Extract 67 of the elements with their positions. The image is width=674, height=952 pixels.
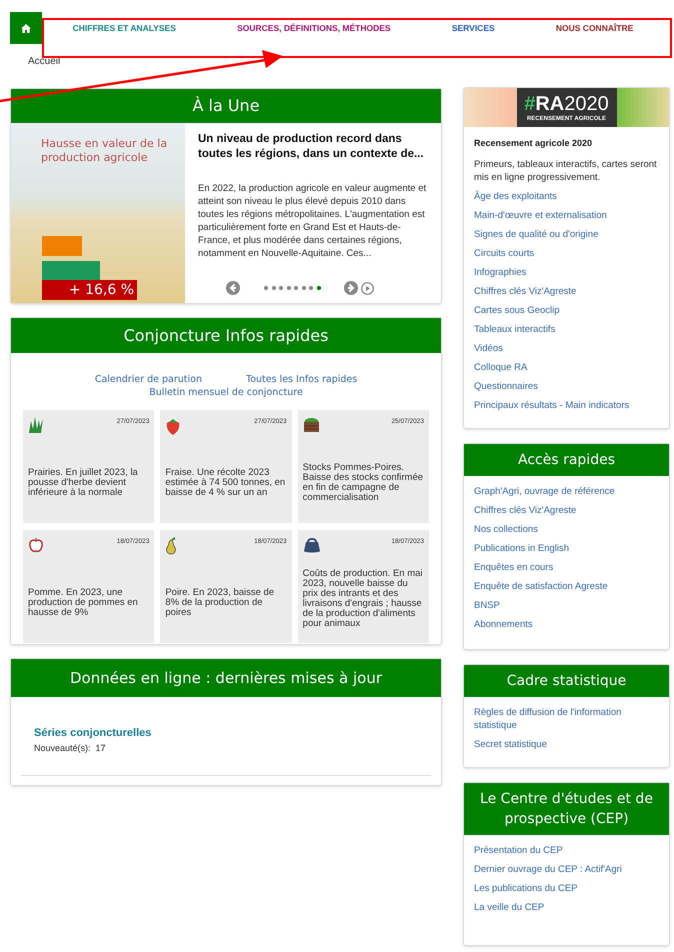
- summary-text: En 2022, la production agricole en valeur augmente et atteint son niveau le plus élevé depuis 2010 dans toutes les régions métropolitaines. L'augmentation est particulièrement forte en Grand Est et Hauts-de-France, et plus modérée dans certaines régions, notamment en Nouvelle-Aquitaine. Ces...: [198, 182, 428, 260]
- series-link[interactable]: Séries conjoncturelles: [34, 725, 418, 742]
- link[interactable]: Toutes les Infos rapides: [246, 373, 358, 386]
- banner-year: 2020: [564, 92, 609, 114]
- sidebar-link[interactable]: Chiffres clés Viz'Agreste: [474, 284, 659, 298]
- sidebar-link[interactable]: Questionnaires: [474, 380, 659, 392]
- nav-link[interactable]: CHIFFRES ET ANALYSES: [72, 22, 176, 34]
- sidebar-link[interactable]: Graph'Agri, ouvrage de référence: [474, 485, 659, 498]
- panel-title: À la Une: [192, 95, 260, 117]
- home-icon: [21, 24, 31, 32]
- sidebar-link[interactable]: Principaux résultats - Main indicators: [474, 398, 659, 412]
- sidebar-link[interactable]: BNSP: [474, 599, 659, 612]
- link[interactable]: Calendrier de parution: [94, 373, 202, 386]
- card-text: Coûts de production. En mai 2023, nouvelle baisse du prix des intrants et des livraisons d'engrais ; hausse de la production d'aliments pour animaux: [302, 569, 424, 631]
- sidebar-link[interactable]: Les publications du CEP: [474, 882, 659, 895]
- nav-link[interactable]: SERVICES: [452, 22, 495, 34]
- sidebar-link[interactable]: Tableaux interactifs: [474, 322, 659, 336]
- sidebar-link[interactable]: Colloque RA: [474, 360, 659, 374]
- pear-icon: [165, 537, 178, 555]
- sidebar-link[interactable]: Signes de qualité ou d'origine: [474, 228, 659, 240]
- sidebar-link[interactable]: Chiffres clés Viz'Agreste: [474, 504, 659, 517]
- infographic-drawing: Hausse en valeur de la production agricole + 16,6 %: [11, 123, 185, 303]
- banner-hash: #: [524, 92, 536, 114]
- sidebar-link[interactable]: Règles de diffusion de l'information statistique: [474, 706, 659, 732]
- panel-title: Accès rapides: [517, 451, 616, 470]
- card-text: Stocks Pommes-Poires. Baisse des stocks confirmée en fin de campagne de commercialisation: [302, 463, 424, 505]
- banner-ra: RA: [535, 92, 564, 114]
- nav-link[interactable]: SOURCES, DÉFINITIONS, MÉTHODES: [237, 22, 391, 34]
- panel-title: Cadre statistique: [506, 672, 628, 691]
- card-text: Fraise. Une récolte 2023 estimée à 74 500 tonnes, en baisse de 4 % sur un an: [165, 468, 286, 500]
- sidebar-link[interactable]: Présentation du CEP: [474, 844, 659, 857]
- home-button[interactable]: [10, 12, 42, 44]
- crate-icon: [302, 417, 320, 432]
- sidebar-link[interactable]: Vidéos: [474, 342, 659, 354]
- sidebar-link[interactable]: Infographies: [474, 266, 659, 278]
- sidebar-link[interactable]: Enquête de satisfaction Agreste: [474, 580, 659, 593]
- sidebar-link[interactable]: Âge des exploitants: [474, 190, 659, 202]
- panel-title: Données en ligne : dernières mises à jour: [70, 668, 382, 689]
- purse-icon: [302, 537, 321, 554]
- intro-text: Primeurs, tableaux interactifs, cartes seront mis en ligne progressivement.: [474, 158, 658, 184]
- sidebar-link[interactable]: La veille du CEP: [474, 901, 659, 914]
- sidebar-link[interactable]: Abonnements: [474, 618, 659, 631]
- play-icon[interactable]: [360, 282, 374, 294]
- sidebar-link[interactable]: Dernier ouvrage du CEP : Actif'Agri: [474, 863, 659, 876]
- panel-heading: Recensement agricole 2020: [474, 137, 594, 150]
- sidebar-link[interactable]: Nos collections: [474, 523, 659, 536]
- nav-link[interactable]: NOUS CONNAÎTRE: [556, 22, 634, 34]
- next-icon[interactable]: [344, 281, 358, 295]
- sidebar-link[interactable]: Publications in English: [474, 542, 659, 555]
- card-text: Prairies. En juillet 2023, la pousse d'herbe devient inférieure à la normale: [28, 468, 139, 500]
- link[interactable]: Bulletin mensuel de conjoncture: [149, 386, 303, 399]
- grass-icon: [28, 417, 44, 433]
- apple-icon: [28, 537, 44, 553]
- breadcrumb[interactable]: Accueil: [28, 56, 60, 67]
- panel-title: Conjoncture Infos rapides: [124, 324, 328, 346]
- previous-icon[interactable]: [226, 281, 240, 295]
- panel-title: Le Centre d'études et de prospective (CEP): [479, 790, 654, 829]
- card-text: Poire. En 2023, baisse de 8% de la production de poires: [165, 588, 276, 620]
- strawberry-icon: [165, 417, 182, 435]
- card-text: Pomme. En 2023, une production de pommes en hausse de 9%: [28, 588, 139, 620]
- sidebar-link[interactable]: Main-d'œuvre et externalisation: [474, 208, 659, 222]
- headline-link[interactable]: Un niveau de production record dans toutes les régions, dans un contexte de...: [198, 132, 429, 162]
- sidebar-link[interactable]: Secret statistique: [474, 738, 659, 751]
- update-count: Nouveauté(s): 17: [34, 742, 107, 755]
- sidebar-link[interactable]: Circuits courts: [474, 246, 659, 260]
- sidebar-link[interactable]: Enquêtes en cours: [474, 561, 659, 574]
- sidebar-link[interactable]: Cartes sous Geoclip: [474, 304, 659, 316]
